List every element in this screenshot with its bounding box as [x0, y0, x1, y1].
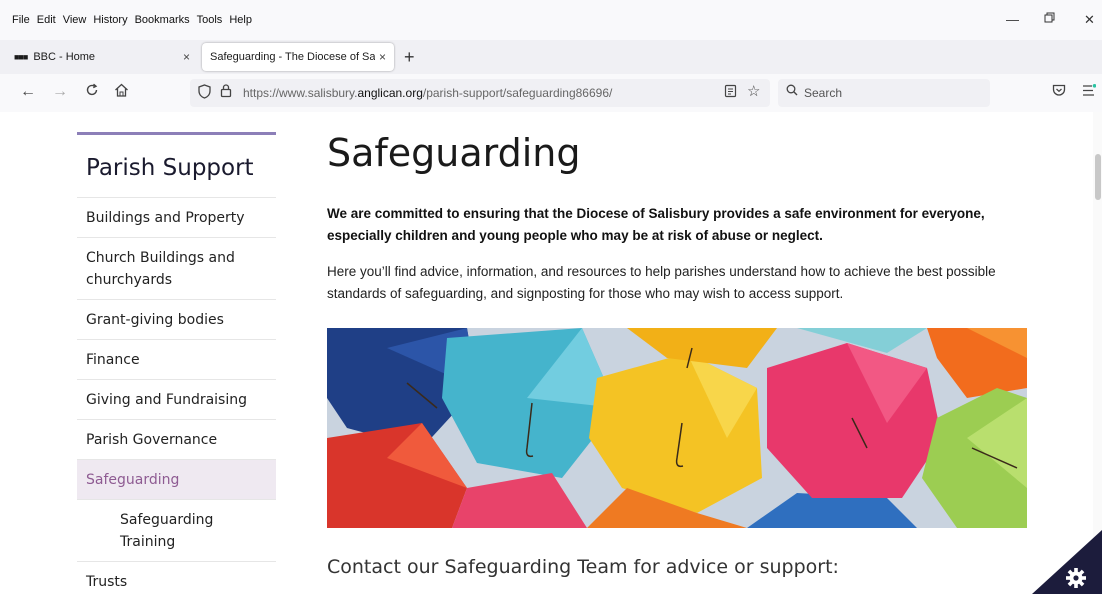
web-page: Parish Support Buildings and Property Ch… [0, 112, 1102, 594]
navigation-bar: ← → https://www.salisbury.anglican.org/p… [0, 74, 1102, 113]
pocket-button[interactable] [1052, 84, 1066, 102]
sidebar-item-grant-giving-bodies[interactable]: Grant-giving bodies [77, 300, 276, 340]
new-tab-button[interactable]: + [404, 47, 415, 68]
tab-bbc-home[interactable]: ■■■ BBC - Home × [6, 43, 198, 71]
tab-close-icon[interactable]: × [183, 50, 190, 64]
menu-bookmarks[interactable]: Bookmarks [135, 14, 190, 26]
url-path: /parish-support/safeguarding86696/ [422, 86, 613, 100]
url-prefix: https://www.salisbury. [243, 86, 358, 100]
lock-icon[interactable] [220, 83, 232, 101]
home-icon [115, 83, 128, 97]
tab-title: Safeguarding - The Diocese of Salisbury [210, 51, 375, 63]
reader-view-icon[interactable] [724, 84, 737, 101]
sidebar-item-parish-governance[interactable]: Parish Governance [77, 420, 276, 460]
minimize-button[interactable]: — [1006, 12, 1019, 27]
search-placeholder: Search [804, 86, 843, 100]
restore-icon [1044, 12, 1055, 23]
close-window-button[interactable]: ✕ [1084, 12, 1095, 28]
menu-view[interactable]: View [63, 14, 87, 26]
hamburger-menu-icon [1083, 84, 1097, 96]
sidebar-item-trusts[interactable]: Trusts [77, 562, 276, 594]
menu-tools[interactable]: Tools [197, 14, 223, 26]
sidebar-item-buildings-and-property[interactable]: Buildings and Property [77, 198, 276, 238]
intro-paragraph: Here you’ll find advice, information, an… [327, 264, 996, 301]
pocket-icon [1052, 84, 1066, 96]
tab-bar: ■■■ BBC - Home × Safeguarding - The Dioc… [0, 40, 1102, 74]
menu-file[interactable]: File [12, 14, 30, 26]
corner-badge [1032, 530, 1102, 594]
address-bar[interactable]: https://www.salisbury.anglican.org/paris… [190, 79, 770, 107]
url-text[interactable]: https://www.salisbury.anglican.org/paris… [243, 86, 612, 100]
url-domain: anglican.org [357, 86, 423, 100]
restore-button[interactable] [1044, 12, 1055, 26]
gear-icon [1066, 568, 1086, 588]
tab-close-icon[interactable]: × [379, 50, 386, 64]
sidebar-item-finance[interactable]: Finance [77, 340, 276, 380]
umbrellas-hero-image [327, 328, 1027, 528]
reload-button[interactable] [85, 83, 99, 102]
sidebar-item-safeguarding[interactable]: Safeguarding [77, 460, 276, 500]
back-button[interactable]: ← [20, 83, 36, 101]
sidebar-title: Parish Support [77, 135, 276, 198]
umbrellas-illustration [327, 328, 1027, 528]
tracking-protection-icon[interactable] [198, 84, 211, 102]
home-button[interactable] [114, 83, 129, 102]
app-menu-button[interactable] [1082, 84, 1097, 102]
parish-support-sidebar: Parish Support Buildings and Property Ch… [77, 132, 276, 594]
menu-edit[interactable]: Edit [37, 14, 56, 26]
forward-button[interactable]: → [52, 83, 68, 101]
sidebar-item-church-buildings[interactable]: Church Buildings and churchyards [77, 238, 276, 300]
menu-help[interactable]: Help [229, 14, 252, 26]
accessibility-settings-button[interactable] [1032, 530, 1102, 594]
sidebar-item-safeguarding-training[interactable]: Safeguarding Training [77, 500, 276, 562]
page-title: Safeguarding [327, 131, 581, 175]
bookmark-star-icon[interactable]: ☆ [747, 82, 760, 100]
menu-history[interactable]: History [93, 14, 127, 26]
tab-safeguarding[interactable]: Safeguarding - The Diocese of Salisbury … [202, 43, 394, 71]
reload-icon [86, 83, 98, 96]
menu-bar: File Edit View History Bookmarks Tools H… [0, 0, 1102, 40]
contact-heading: Contact our Safeguarding Team for advice… [327, 556, 839, 578]
lead-paragraph: We are committed to ensuring that the Di… [327, 206, 985, 243]
tab-title: BBC - Home [33, 51, 96, 63]
sidebar-item-giving-and-fundraising[interactable]: Giving and Fundraising [77, 380, 276, 420]
scrollbar-thumb[interactable] [1095, 154, 1101, 200]
search-box[interactable]: Search [778, 79, 990, 107]
bbc-favicon: ■■■ [14, 52, 28, 62]
menu-items: File Edit View History Bookmarks Tools H… [12, 14, 259, 26]
search-icon [786, 84, 798, 99]
